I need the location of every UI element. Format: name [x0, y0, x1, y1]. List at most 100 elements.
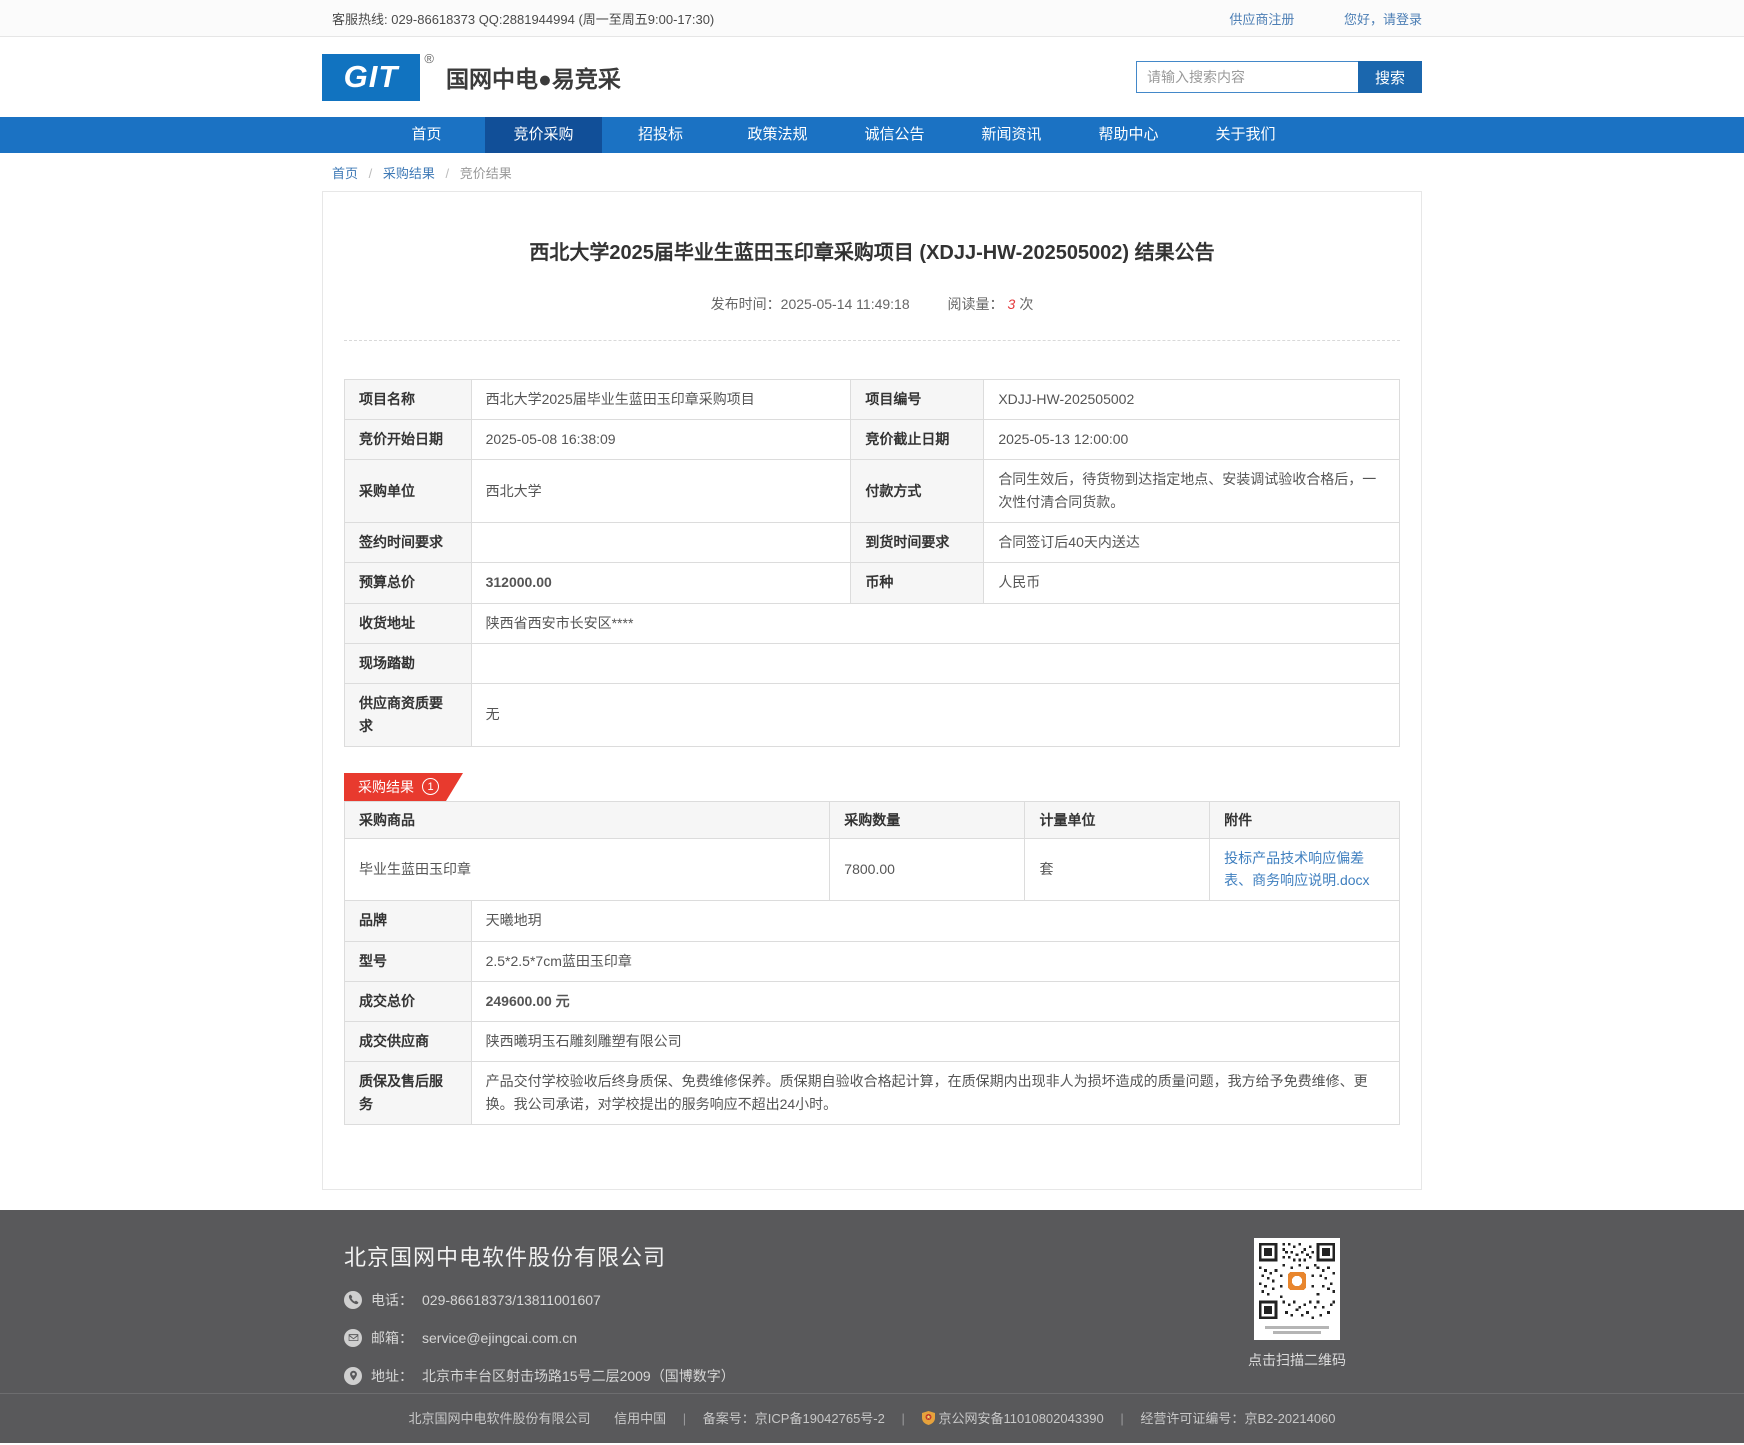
top-utility-bar: 客服热线: 029-86618373 QQ:2881944994 (周一至周五9…: [0, 0, 1744, 37]
col-header-attachment: 附件: [1210, 801, 1400, 838]
ribbon-label: 采购结果: [358, 777, 414, 797]
nav-item-integrity-notice[interactable]: 诚信公告: [836, 117, 953, 153]
police-badge-icon: [922, 1396, 935, 1445]
budget-total-value: 312000.00: [471, 563, 851, 603]
nav-item-news[interactable]: 新闻资讯: [953, 117, 1070, 153]
row-label: 预算总价: [345, 563, 472, 603]
supplier-register-link[interactable]: 供应商注册: [1229, 12, 1294, 27]
row-label: 到货时间要求: [851, 523, 984, 563]
icp-number-link[interactable]: 京ICP备19042765号-2: [755, 1411, 885, 1426]
separator: |: [1120, 1411, 1123, 1426]
mail-icon: [344, 1329, 362, 1347]
nav-item-help-center[interactable]: 帮助中心: [1070, 117, 1187, 153]
footer-bottom-company: 北京国网中电软件股份有限公司: [408, 1411, 590, 1426]
nav-item-about-us[interactable]: 关于我们: [1187, 117, 1304, 153]
row-label: 币种: [851, 563, 984, 603]
row-label: 项目编号: [851, 380, 984, 420]
footer-phone-value: 029-86618373/13811001607: [422, 1292, 601, 1308]
purchase-result-table: 采购商品 采购数量 计量单位 附件 毕业生蓝田玉印章 7800.00 套 投标产…: [344, 801, 1400, 901]
login-link[interactable]: 您好，请登录: [1344, 12, 1422, 27]
row-value: 陕西省西安市长安区****: [471, 603, 1399, 643]
nav-item-tenders[interactable]: 招投标: [602, 117, 719, 153]
breadcrumb-home-link[interactable]: 首页: [332, 166, 358, 181]
nav-item-policies[interactable]: 政策法规: [719, 117, 836, 153]
purchase-result-ribbon: 采购结果 1: [344, 773, 463, 801]
supplier-value: 陕西曦玥玉石雕刻雕塑有限公司: [471, 1021, 1399, 1061]
footer-address-value: 北京市丰台区射击场路15号二层2009（国博数字）: [422, 1366, 735, 1386]
table-row: 现场踏勘: [345, 643, 1400, 683]
footer-address-label: 地址：: [371, 1366, 413, 1386]
row-value: 2025-05-13 12:00:00: [984, 420, 1400, 460]
row-label: 竞价开始日期: [345, 420, 472, 460]
site-header: GIT ® 国网中电●易竞采 搜索: [0, 37, 1744, 117]
footer-email-label: 邮箱：: [371, 1328, 413, 1348]
views-unit: 次: [1019, 296, 1033, 312]
breadcrumb-current: 竞价结果: [460, 166, 512, 181]
search-button[interactable]: 搜索: [1358, 61, 1422, 93]
row-label: 项目名称: [345, 380, 472, 420]
table-row: 收货地址 陕西省西安市长安区****: [345, 603, 1400, 643]
row-label: 竞价截止日期: [851, 420, 984, 460]
col-header-quantity: 采购数量: [830, 801, 1025, 838]
col-header-unit: 计量单位: [1025, 801, 1210, 838]
table-row: 成交总价 249600.00 元: [345, 981, 1400, 1021]
attachment-link[interactable]: 投标产品技术响应偏差表、商务响应说明.docx: [1224, 847, 1385, 892]
service-hotline-text: 客服热线: 029-86618373 QQ:2881944994 (周一至周五9…: [322, 9, 714, 28]
nav-item-home[interactable]: 首页: [368, 117, 485, 153]
row-value: 人民币: [984, 563, 1400, 603]
table-row: 型号 2.5*2.5*7cm蓝田玉印章: [345, 941, 1400, 981]
logo-text: GIT: [344, 59, 399, 95]
credit-china-link[interactable]: 信用中国: [614, 1411, 666, 1426]
qr-code-area[interactable]: 点击扫描二维码: [1232, 1238, 1362, 1370]
license-label: 经营许可证编号：: [1140, 1411, 1244, 1426]
phone-icon: [344, 1291, 362, 1309]
publish-time-value: 2025-05-14 11:49:18: [781, 296, 910, 312]
row-label: 签约时间要求: [345, 523, 472, 563]
page-title: 西北大学2025届毕业生蓝田玉印章采购项目 (XDJJ-HW-202505002…: [344, 192, 1400, 265]
breadcrumb-purchase-results-link[interactable]: 采购结果: [383, 166, 435, 181]
site-logo[interactable]: GIT ® 国网中电●易竞采: [322, 54, 621, 101]
table-header-row: 采购商品 采购数量 计量单位 附件: [345, 801, 1400, 838]
qr-caption: 点击扫描二维码: [1232, 1350, 1362, 1370]
footer-email-value: service@ejingcai.com.cn: [422, 1330, 577, 1346]
qr-mini-text-line: [1273, 1331, 1321, 1334]
separator: |: [683, 1411, 686, 1426]
breadcrumb: 首页 / 采购结果 / 竞价结果: [322, 153, 1422, 191]
row-value: 合同签订后40天内送达: [984, 523, 1400, 563]
registered-mark: ®: [424, 51, 435, 66]
main-nav: 首页 竞价采购 招投标 政策法规 诚信公告 新闻资讯 帮助中心 关于我们: [0, 117, 1744, 153]
row-value: [471, 523, 851, 563]
breadcrumb-separator: /: [446, 166, 450, 181]
qr-mini-text-line: [1265, 1326, 1329, 1329]
table-row: 供应商资质要求 无: [345, 683, 1400, 746]
breadcrumb-separator: /: [369, 166, 373, 181]
row-label: 品牌: [345, 901, 472, 941]
model-value: 2.5*2.5*7cm蓝田玉印章: [471, 941, 1399, 981]
nav-item-bidding-purchase[interactable]: 竞价采购: [485, 117, 602, 153]
row-label: 采购单位: [345, 460, 472, 523]
separator: |: [902, 1411, 905, 1426]
ribbon-count-badge: 1: [422, 778, 439, 795]
row-label: 成交供应商: [345, 1021, 472, 1061]
row-label: 收货地址: [345, 603, 472, 643]
brand-value: 天曦地玥: [471, 901, 1399, 941]
row-label: 供应商资质要求: [345, 683, 472, 746]
row-label: 质保及售后服务: [345, 1061, 472, 1124]
footer-phone-label: 电话：: [371, 1290, 413, 1310]
product-unit: 套: [1025, 838, 1210, 900]
search-input[interactable]: [1136, 61, 1358, 93]
announcement-card: 西北大学2025届毕业生蓝田玉印章采购项目 (XDJJ-HW-202505002…: [322, 191, 1422, 1190]
table-row: 采购单位 西北大学 付款方式 合同生效后，待货物到达指定地点、安装调试验收合格后…: [345, 460, 1400, 523]
police-record-link[interactable]: 京公网安备11010802043390: [939, 1411, 1104, 1426]
row-value: 合同生效后，待货物到达指定地点、安装调试验收合格后，一次性付清合同货款。: [984, 460, 1400, 523]
row-label: 付款方式: [851, 460, 984, 523]
deal-price-value: 249600.00 元: [471, 981, 1399, 1021]
icp-label: 备案号：: [703, 1411, 755, 1426]
row-label: 型号: [345, 941, 472, 981]
views-label: 阅读量：: [948, 296, 1004, 312]
publish-time-label: 发布时间：: [711, 296, 781, 312]
views-count: 3: [1008, 296, 1016, 312]
project-info-table: 项目名称 西北大学2025届毕业生蓝田玉印章采购项目 项目编号 XDJJ-HW-…: [344, 379, 1400, 747]
row-value: 2025-05-08 16:38:09: [471, 420, 851, 460]
table-row: 预算总价 312000.00 币种 人民币: [345, 563, 1400, 603]
